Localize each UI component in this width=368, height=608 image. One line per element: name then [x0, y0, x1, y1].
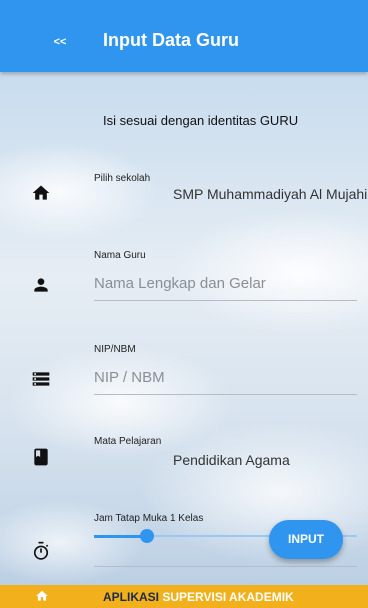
- school-label: Pilih sekolah: [94, 173, 151, 184]
- home-icon[interactable]: [35, 589, 49, 603]
- footer-title: APLIKASI SUPERVISI AKADEMIK: [103, 590, 294, 604]
- background-sky: [0, 72, 368, 585]
- footer-title-part1: APLIKASI: [103, 590, 160, 604]
- subject-label: Mata Pelajaran: [94, 436, 162, 447]
- school-select[interactable]: SMP Muhammadiyah Al Mujahi...: [173, 186, 368, 202]
- name-label: Nama Guru: [94, 250, 146, 261]
- footer-title-part2: SUPERVISI AKADEMIK: [162, 590, 294, 604]
- nip-field-underline: [94, 394, 357, 395]
- page-title: Input Data Guru: [103, 30, 239, 50]
- input-button[interactable]: INPUT: [269, 520, 343, 559]
- timer-icon: [33, 541, 49, 560]
- hours-label: Jam Tatap Muka 1 Kelas: [94, 513, 204, 524]
- back-button[interactable]: <<: [48, 32, 72, 52]
- name-field[interactable]: [94, 272, 356, 294]
- subject-select[interactable]: Pendidikan Agama: [173, 452, 290, 468]
- book-icon: [34, 448, 48, 466]
- nip-field[interactable]: [94, 366, 356, 388]
- nip-label: NIP/NBM: [94, 344, 136, 355]
- hours-slider-thumb[interactable]: [140, 529, 154, 543]
- person-icon: [34, 278, 48, 292]
- name-field-underline: [94, 300, 357, 301]
- bottom-bar: APLIKASI SUPERVISI AKADEMIK: [0, 585, 368, 608]
- storage-icon: [32, 372, 50, 386]
- app-bar: << Input Data Guru: [0, 0, 368, 72]
- home-icon: [32, 185, 50, 200]
- hours-divider: [94, 566, 357, 567]
- form-subtitle: Isi sesuai dengan identitas GURU: [103, 113, 299, 128]
